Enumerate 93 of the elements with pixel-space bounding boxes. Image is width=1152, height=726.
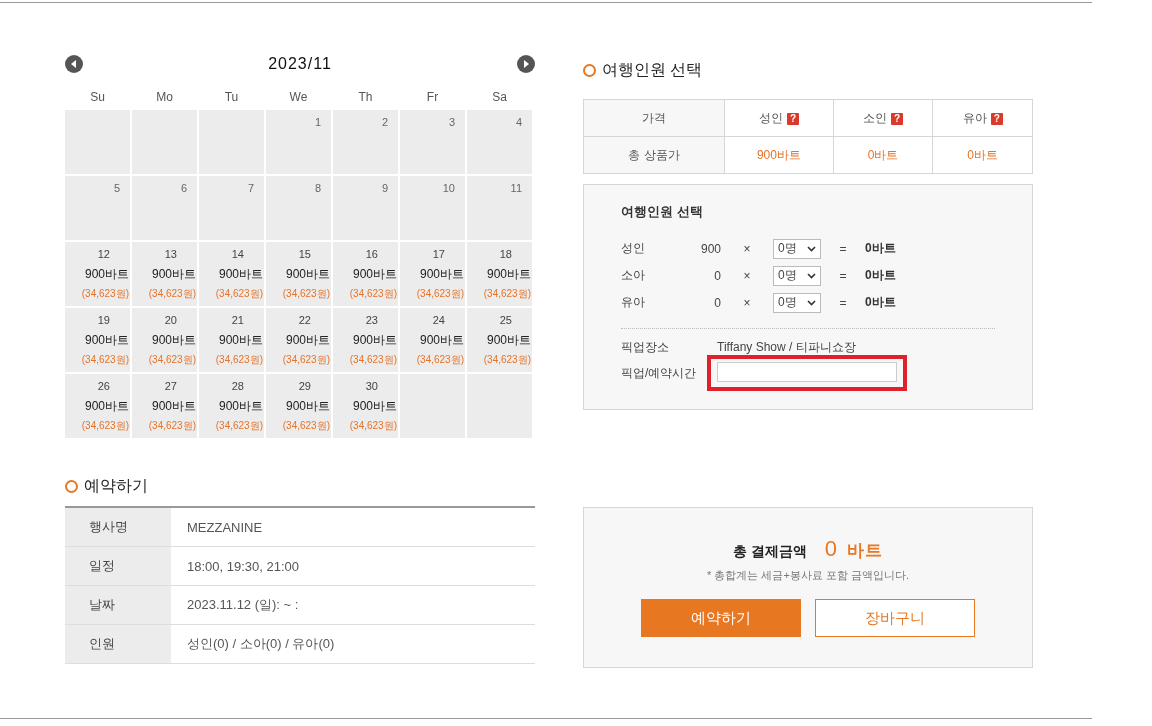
help-badge[interactable]: ? — [891, 112, 904, 125]
calendar-day-cell: 10 — [400, 176, 465, 240]
total-label: 총 결제금액 — [732, 543, 807, 561]
subtotal: 0바트 — [865, 267, 896, 284]
calendar-day-cell: 2 — [333, 110, 398, 174]
next-month-icon[interactable] — [517, 55, 535, 73]
calendar-day-cell[interactable]: 16 900바트 (34,623원) — [333, 242, 398, 306]
calendar-day-cell[interactable]: 22 900바트 (34,623원) — [266, 308, 331, 372]
chevron-down-icon — [807, 272, 816, 279]
chevron-down-icon — [807, 245, 816, 252]
row-label: 날짜 — [65, 585, 171, 625]
table-header-cell: 소인 ? — [833, 99, 933, 137]
weekday-label: Mo — [155, 90, 174, 104]
pickup-place-value: Tiffany Show / 티파니쇼장 — [717, 338, 856, 356]
help-badge[interactable]: ? — [786, 112, 799, 125]
price-cell: 0바트 — [833, 136, 933, 174]
calendar-day-cell[interactable]: 13 900바트 (34,623원) — [132, 242, 197, 306]
calendar-day-cell: 9 — [333, 176, 398, 240]
subtotal: 0바트 — [865, 294, 896, 311]
table-header-cell: 유아 ? — [932, 99, 1033, 137]
calendar-day-cell[interactable]: 21 900바트 (34,623원) — [199, 308, 264, 372]
total-amount: 0 — [824, 536, 838, 562]
weekday-label: Fr — [425, 90, 440, 104]
previous-month-icon[interactable] — [65, 55, 83, 73]
count-select[interactable]: 0명 — [773, 292, 821, 313]
row-value: 2023.11.12 (일): ~ : — [171, 585, 535, 625]
calendar-day-cell: 11 — [467, 176, 532, 240]
row-value: 성인(0) / 소아(0) / 유아(0) — [171, 624, 535, 664]
calendar-month-title: 2023/11 — [268, 55, 332, 73]
weekday-label: Tu — [223, 90, 240, 104]
price-cell: 900바트 — [724, 136, 834, 174]
calendar-day-cell[interactable]: 15 900바트 (34,623원) — [266, 242, 331, 306]
tax-note: * 총합계는 세금+봉사료 포함 금액입니다. — [707, 568, 909, 583]
weekday-label: Sa — [491, 90, 508, 104]
pickup-time-label: 픽업/예약시간 — [621, 364, 698, 382]
calendar-day-cell: 5 — [65, 176, 130, 240]
table-row-label: 총 상품가 — [583, 136, 725, 174]
panel-title: 여행인원 선택 — [621, 203, 704, 221]
weekday-label: We — [288, 90, 309, 104]
calendar-day-cell[interactable]: 12 900바트 (34,623원) — [65, 242, 130, 306]
calendar-day-cell[interactable]: 29 900바트 (34,623원) — [266, 374, 331, 438]
unit-price: 0 — [713, 295, 721, 310]
calendar-day-cell[interactable]: 24 900바트 (34,623원) — [400, 308, 465, 372]
calendar-day-cell: 7 — [199, 176, 264, 240]
table-header-cell: 가격 — [583, 99, 725, 137]
pickup-time-field[interactable] — [717, 362, 897, 382]
equals-sign: = — [838, 241, 848, 256]
count-select[interactable]: 0명 — [773, 238, 821, 259]
currency-label: 바트 — [847, 540, 884, 562]
table-header-cell: 성인 ? — [724, 99, 834, 137]
section-title: 여행인원 선택 — [602, 60, 703, 80]
calendar-day-cell[interactable]: 28 900바트 (34,623원) — [199, 374, 264, 438]
calendar-day-cell: 8 — [266, 176, 331, 240]
ring-bullet-icon — [583, 64, 596, 77]
subtotal: 0바트 — [865, 240, 896, 257]
unit-price: 900 — [699, 241, 721, 256]
row-value: MEZZANINE — [171, 507, 535, 547]
traveler-label: 유아 — [621, 294, 646, 311]
weekday-label: Th — [357, 90, 374, 104]
calendar-day-cell: 4 — [467, 110, 532, 174]
times-sign: × — [742, 241, 752, 256]
row-label: 일정 — [65, 546, 171, 586]
equals-sign: = — [838, 295, 848, 310]
traveler-label: 소아 — [621, 267, 646, 284]
calendar-day-cell[interactable]: 17 900바트 (34,623원) — [400, 242, 465, 306]
row-label: 행사명 — [65, 507, 171, 547]
calendar-day-cell[interactable]: 27 900바트 (34,623원) — [132, 374, 197, 438]
unit-price: 0 — [713, 268, 721, 283]
calendar-day-cell[interactable]: 23 900바트 (34,623원) — [333, 308, 398, 372]
calendar-day-cell[interactable]: 26 900바트 (34,623원) — [65, 374, 130, 438]
calendar-day-cell[interactable]: 19 900바트 (34,623원) — [65, 308, 130, 372]
times-sign: × — [742, 295, 752, 310]
calendar-day-cell[interactable]: 20 900바트 (34,623원) — [132, 308, 197, 372]
count-select[interactable]: 0명 — [773, 265, 821, 286]
traveler-label: 성인 — [621, 240, 646, 257]
times-sign: × — [742, 268, 752, 283]
help-badge[interactable]: ? — [990, 112, 1003, 125]
weekday-label: Su — [89, 90, 106, 104]
price-cell: 0바트 — [932, 136, 1033, 174]
section-title: 예약하기 — [84, 476, 148, 496]
calendar-day-cell[interactable]: 18 900바트 (34,623원) — [467, 242, 532, 306]
ring-bullet-icon — [65, 480, 78, 493]
calendar-day-cell: 1 — [266, 110, 331, 174]
calendar-day-cell[interactable]: 14 900바트 (34,623원) — [199, 242, 264, 306]
calendar-day-cell: 6 — [132, 176, 197, 240]
pickup-place-label: 픽업장소 — [621, 338, 670, 356]
row-label: 인원 — [65, 624, 171, 664]
calendar-day-cell: 3 — [400, 110, 465, 174]
chevron-down-icon — [807, 299, 816, 306]
equals-sign: = — [838, 268, 848, 283]
row-value: 18:00, 19:30, 21:00 — [171, 546, 535, 586]
calendar-day-cell[interactable]: 30 900바트 (34,623원) — [333, 374, 398, 438]
calendar-day-cell[interactable]: 25 900바트 (34,623원) — [467, 308, 532, 372]
